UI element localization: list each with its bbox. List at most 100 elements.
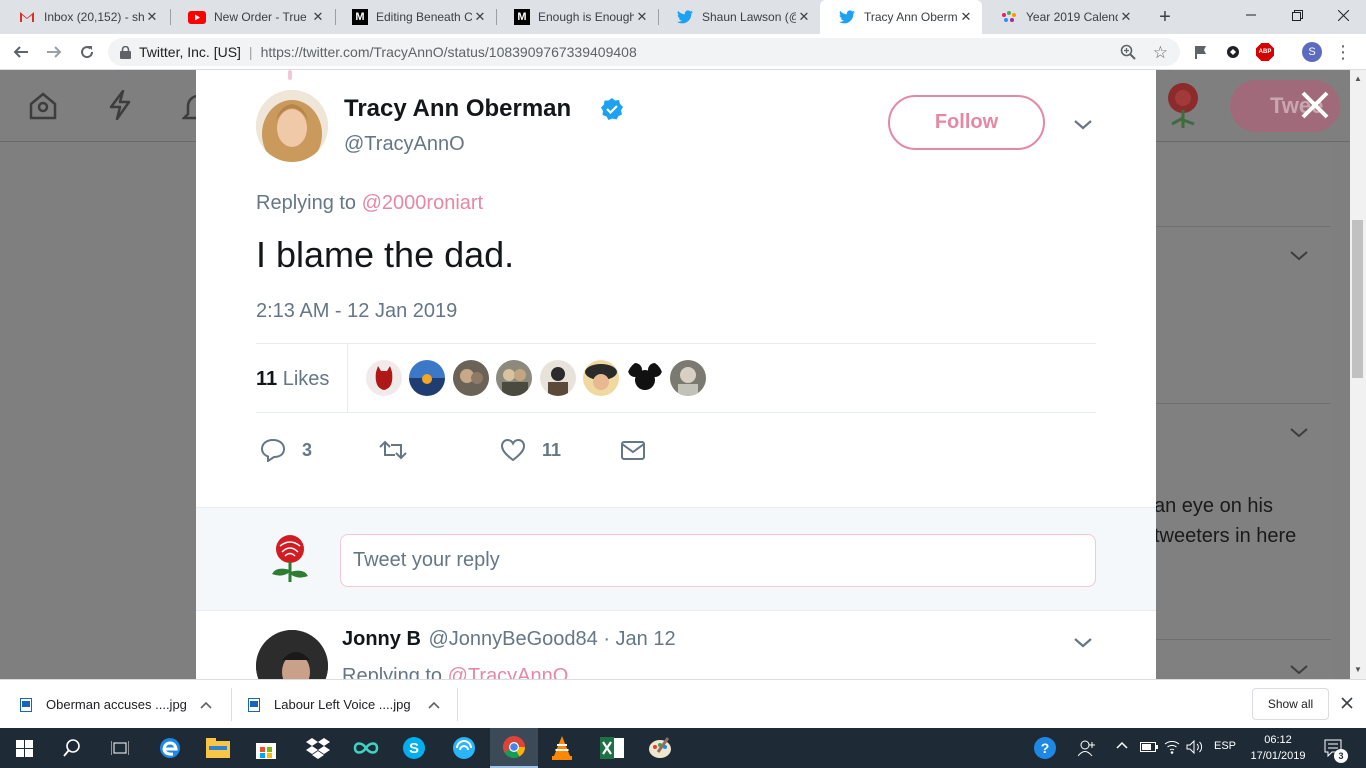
author-handle[interactable]: @TracyAnnO bbox=[344, 133, 465, 156]
battery-icon[interactable] bbox=[1140, 741, 1158, 753]
extension-shield-icon[interactable] bbox=[1222, 41, 1244, 63]
like-action[interactable]: 11 bbox=[500, 438, 561, 462]
replying-to-link[interactable]: @2000roniart bbox=[362, 192, 483, 214]
tab-twitter-tracy[interactable]: Tracy Ann Oberma ✕ bbox=[820, 0, 982, 34]
wifi-icon[interactable] bbox=[1164, 740, 1180, 754]
liker-avatar[interactable] bbox=[366, 360, 402, 396]
author-name[interactable]: Tracy Ann Oberman bbox=[344, 95, 571, 123]
vlc-icon[interactable] bbox=[538, 728, 586, 768]
chevron-up-icon[interactable] bbox=[1116, 741, 1128, 749]
tab-gmail[interactable]: Inbox (20,152) - sh ✕ bbox=[0, 0, 168, 34]
paint-icon[interactable] bbox=[636, 728, 684, 768]
extension-flag-icon[interactable] bbox=[1190, 41, 1212, 63]
chevron-down-icon[interactable] bbox=[1074, 120, 1092, 130]
replying-to-link[interactable]: @TracyAnnO bbox=[448, 665, 569, 679]
url-text[interactable]: https://twitter.com/TracyAnnO/status/108… bbox=[261, 44, 637, 60]
close-icon[interactable] bbox=[1341, 697, 1353, 709]
liker-avatar[interactable] bbox=[540, 360, 576, 396]
reply-meta[interactable]: @JonnyBeGood84 · Jan 12 bbox=[428, 628, 675, 650]
scroll-down-arrow[interactable]: ▼ bbox=[1354, 665, 1362, 674]
chevron-down-icon[interactable] bbox=[1074, 638, 1092, 648]
adblock-icon[interactable]: ABP bbox=[1254, 41, 1276, 63]
divider bbox=[347, 344, 348, 412]
windows-start-icon[interactable] bbox=[0, 728, 48, 768]
background-text: tweeters in here bbox=[1154, 525, 1297, 547]
close-icon[interactable]: ✕ bbox=[958, 9, 974, 25]
dropbox-icon[interactable] bbox=[294, 728, 342, 768]
likes-stat[interactable]: 11 Likes bbox=[256, 368, 329, 391]
download-item[interactable]: Oberman accuses ....jpg bbox=[20, 680, 230, 729]
rose-avatar-icon[interactable] bbox=[266, 532, 314, 584]
reply-action[interactable]: 3 bbox=[260, 438, 312, 462]
clock[interactable]: 06:12 17/01/2019 bbox=[1246, 732, 1310, 764]
chevron-down-icon[interactable] bbox=[1290, 428, 1308, 438]
moments-bolt-icon[interactable] bbox=[108, 90, 132, 120]
new-tab-button[interactable]: + bbox=[1152, 4, 1178, 30]
task-view-icon[interactable] bbox=[96, 728, 144, 768]
profile-rose-icon[interactable] bbox=[1160, 80, 1206, 130]
input-language[interactable]: ESP bbox=[1214, 740, 1236, 752]
reply-author-name[interactable]: Jonny B bbox=[342, 628, 421, 650]
network-app-icon[interactable] bbox=[440, 728, 488, 768]
tab-calendar[interactable]: Year 2019 Calenda ✕ bbox=[982, 0, 1142, 34]
reply-author-avatar[interactable] bbox=[256, 630, 328, 679]
excel-icon[interactable] bbox=[588, 728, 636, 768]
retweet-icon[interactable] bbox=[379, 440, 407, 460]
edge-icon[interactable] bbox=[146, 728, 194, 768]
liker-avatar[interactable] bbox=[627, 360, 663, 396]
zoom-icon[interactable] bbox=[1120, 44, 1136, 60]
window-close-button[interactable] bbox=[1320, 0, 1366, 30]
back-icon[interactable] bbox=[10, 41, 32, 63]
profile-avatar[interactable]: S bbox=[1302, 42, 1322, 62]
close-icon[interactable]: ✕ bbox=[472, 9, 488, 25]
menu-kebab-icon[interactable]: ⋮ bbox=[1332, 41, 1354, 63]
liker-avatar[interactable] bbox=[453, 360, 489, 396]
close-icon[interactable]: ✕ bbox=[796, 9, 812, 25]
reply-input[interactable]: Tweet your reply bbox=[340, 534, 1096, 587]
restore-button[interactable] bbox=[1274, 0, 1320, 30]
reload-icon[interactable] bbox=[76, 41, 98, 63]
infinity-app-icon[interactable] bbox=[342, 728, 390, 768]
close-icon[interactable]: ✕ bbox=[310, 9, 326, 25]
chevron-up-icon[interactable] bbox=[200, 701, 212, 709]
liker-avatar[interactable] bbox=[409, 360, 445, 396]
direct-message-icon[interactable] bbox=[621, 441, 645, 460]
reply-replying-to: Replying to @TracyAnnO bbox=[342, 665, 568, 679]
home-icon[interactable] bbox=[28, 92, 58, 120]
page-scrollbar[interactable]: ▲ ▼ bbox=[1350, 70, 1366, 679]
liker-avatar[interactable] bbox=[670, 360, 706, 396]
store-icon[interactable] bbox=[242, 728, 290, 768]
scroll-up-arrow[interactable]: ▲ bbox=[1354, 74, 1362, 83]
tab-medium-1[interactable]: M Editing Beneath Co ✕ bbox=[334, 0, 496, 34]
address-bar[interactable]: Twitter, Inc. [US] | https://twitter.com… bbox=[108, 38, 1180, 66]
chevron-up-icon[interactable] bbox=[428, 701, 440, 709]
skype-icon[interactable]: S bbox=[390, 728, 438, 768]
liker-avatar[interactable] bbox=[583, 360, 619, 396]
minimize-button[interactable] bbox=[1228, 0, 1274, 30]
forward-icon[interactable] bbox=[43, 41, 65, 63]
close-icon[interactable]: ✕ bbox=[144, 9, 160, 25]
author-avatar[interactable] bbox=[256, 90, 328, 162]
like-count: 11 bbox=[542, 439, 562, 460]
volume-icon[interactable] bbox=[1186, 740, 1204, 754]
chrome-taskbar-icon[interactable] bbox=[490, 728, 538, 768]
follow-button[interactable]: Follow bbox=[888, 95, 1045, 150]
tab-twitter-shaun[interactable]: Shaun Lawson (@s ✕ bbox=[658, 0, 820, 34]
chevron-down-icon[interactable] bbox=[1290, 251, 1308, 261]
chevron-down-icon[interactable] bbox=[1290, 665, 1308, 675]
star-icon[interactable]: ☆ bbox=[1153, 43, 1168, 63]
tweet-timestamp[interactable]: 2:13 AM - 12 Jan 2019 bbox=[256, 300, 457, 323]
file-explorer-icon[interactable] bbox=[194, 728, 242, 768]
scrollbar-thumb[interactable] bbox=[1352, 220, 1363, 378]
show-all-button[interactable]: Show all bbox=[1252, 688, 1329, 720]
close-icon[interactable]: ✕ bbox=[1118, 9, 1134, 25]
close-modal-icon[interactable] bbox=[1300, 90, 1330, 120]
tab-youtube[interactable]: New Order - True I ✕ bbox=[170, 0, 334, 34]
download-item[interactable]: Labour Left Voice ....jpg bbox=[248, 680, 458, 729]
search-icon[interactable] bbox=[48, 728, 96, 768]
close-icon[interactable]: ✕ bbox=[634, 9, 650, 25]
help-icon[interactable]: ? bbox=[1034, 737, 1056, 759]
tab-medium-2[interactable]: M Enough is Enough ✕ bbox=[496, 0, 658, 34]
people-icon[interactable] bbox=[1078, 739, 1096, 757]
liker-avatar[interactable] bbox=[496, 360, 532, 396]
